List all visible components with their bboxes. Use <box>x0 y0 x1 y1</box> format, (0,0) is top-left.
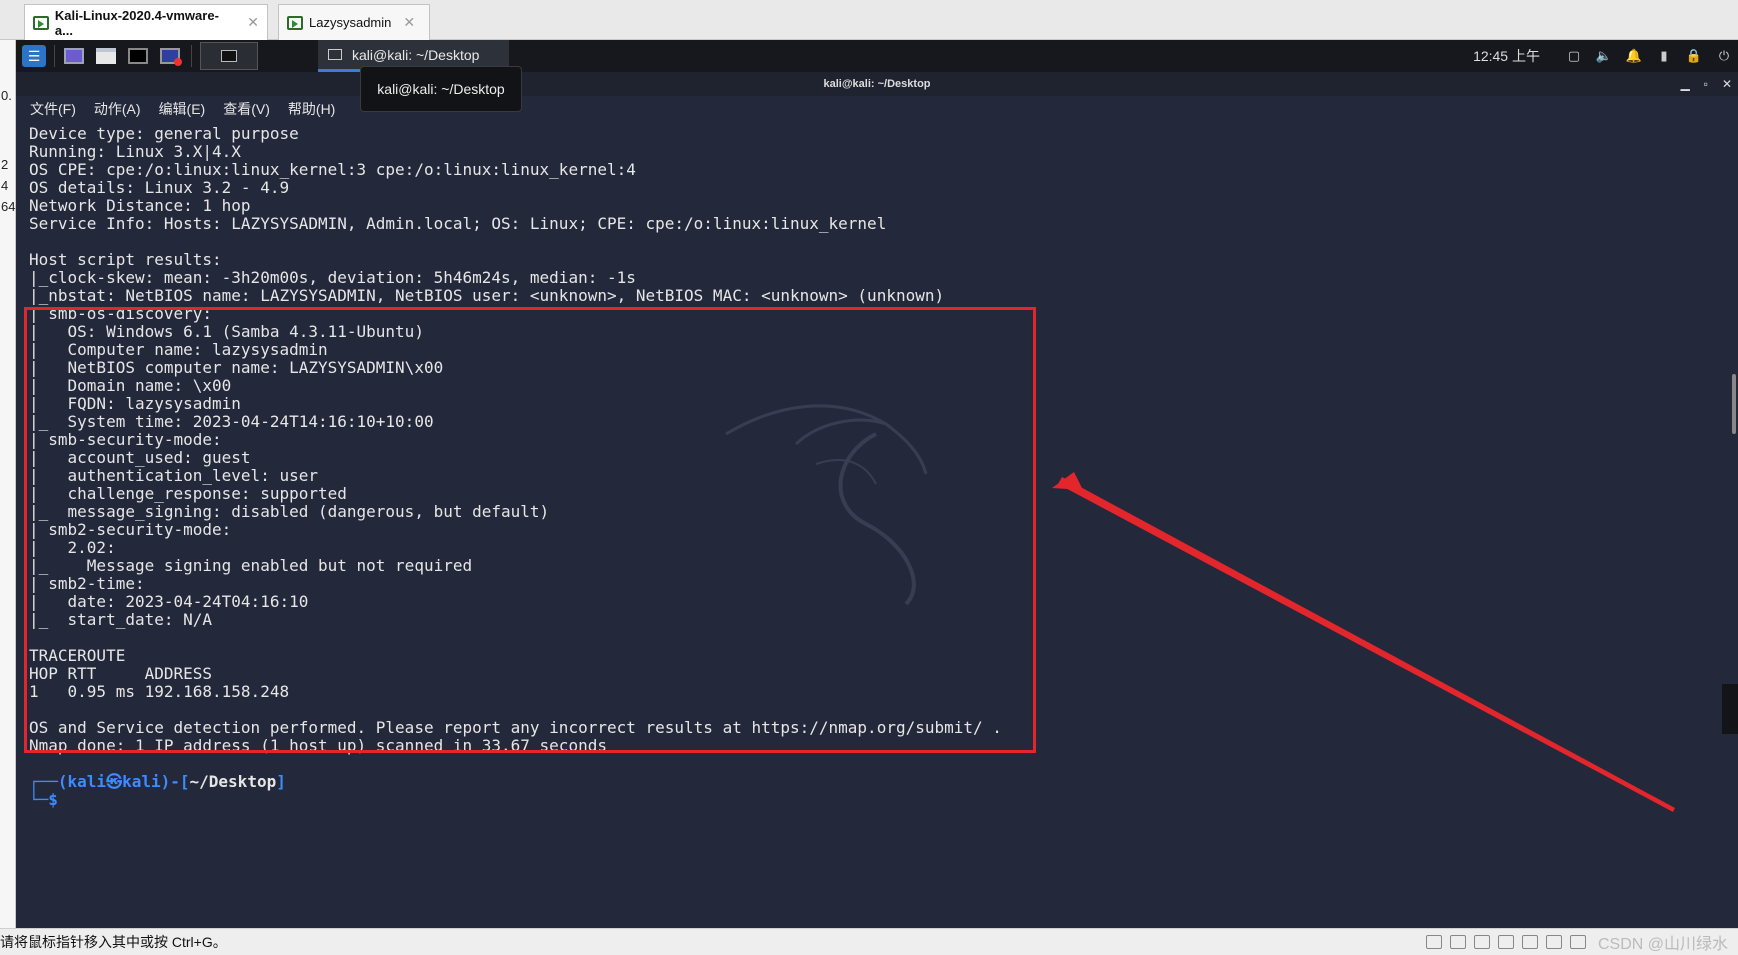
prompt-close: ] <box>276 772 286 791</box>
vm-tab-lazysysadmin-label: Lazysysadmin <box>309 15 392 30</box>
side-minimap <box>1722 684 1738 734</box>
network-icon[interactable] <box>1473 935 1490 949</box>
cd-icon[interactable] <box>1449 935 1466 949</box>
desktop-icon <box>64 48 84 64</box>
show-desktop-button[interactable] <box>61 45 87 67</box>
lock-icon[interactable]: 🔒 <box>1686 48 1702 64</box>
terminal-menubar: 文件(F) 动作(A) 编辑(E) 查看(V) 帮助(H) <box>16 96 353 122</box>
vm-tab-lazysysadmin[interactable]: Lazysysadmin ✕ <box>278 4 430 40</box>
terminal-line: OS CPE: cpe:/o:linux:linux_kernel:3 cpe:… <box>29 160 636 179</box>
vmware-left-strip: x 0. 2 4 64 <box>0 0 16 954</box>
vm-icon <box>33 15 49 30</box>
vm-tab-kali-label: Kali-Linux-2020.4-vmware-a... <box>54 7 219 38</box>
clock[interactable]: 12:45 上午 <box>1473 46 1540 66</box>
sound-icon[interactable] <box>1521 935 1538 949</box>
power-icon[interactable]: ⏻ <box>1716 48 1732 64</box>
file-manager-button[interactable] <box>93 45 119 67</box>
display-icon[interactable] <box>1569 935 1586 949</box>
terminal-line: Host script results: <box>29 250 222 269</box>
display-icon[interactable]: ▢ <box>1566 48 1582 64</box>
window-controls: ▁ ▫ ✕ <box>1666 72 1732 96</box>
menu-file[interactable]: 文件(F) <box>30 99 76 119</box>
terminal-icon <box>128 48 148 64</box>
vm-icon <box>287 15 303 30</box>
left-strip-char-4: 64 <box>1 199 16 214</box>
menu-action[interactable]: 动作(A) <box>94 99 141 119</box>
vm-tab-kali[interactable]: Kali-Linux-2020.4-vmware-a... ✕ <box>24 4 268 40</box>
prompt-open: ┌──( <box>29 772 68 791</box>
kali-top-panel: ☰ kali@kali: ~/Desktop 12:45 上午 ▢ 🔈 🔔 ▮ … <box>16 40 1738 72</box>
terminal-line: |_clock-skew: mean: -3h20m00s, deviation… <box>29 268 636 287</box>
printer-icon[interactable] <box>1545 935 1562 949</box>
terminal-line: Device type: general purpose <box>29 124 299 143</box>
panel-tray: 12:45 上午 ▢ 🔈 🔔 ▮ 🔒 ⏻ <box>1473 40 1732 72</box>
browser-launcher-button[interactable] <box>157 45 183 67</box>
highlight-box <box>24 307 1036 753</box>
prompt-line-1: ┌──(kali㉿kali)-[~/Desktop] <box>29 772 286 792</box>
workspace-icon <box>221 50 237 62</box>
terminal-line: Network Distance: 1 hop <box>29 196 251 215</box>
folder-icon <box>96 48 116 64</box>
terminal-line: |_nbstat: NetBIOS name: LAZYSYSADMIN, Ne… <box>29 286 945 305</box>
workspace-switcher[interactable] <box>200 42 258 70</box>
menu-edit[interactable]: 编辑(E) <box>159 99 206 119</box>
close-icon[interactable]: ✕ <box>403 14 415 31</box>
hdd-icon[interactable] <box>1425 935 1442 949</box>
prompt-mid: )-[ <box>160 772 190 791</box>
csdn-watermark: CSDN @山川绿水 <box>1597 936 1728 953</box>
terminal-output[interactable]: Device type: general purpose Running: Li… <box>16 124 1738 928</box>
notification-bell-icon[interactable]: 🔔 <box>1626 48 1642 64</box>
vmware-tab-strip: Kali-Linux-2020.4-vmware-a... ✕ Lazysysa… <box>0 0 1738 40</box>
status-icons: CSDN @山川绿水 <box>1418 929 1728 955</box>
volume-icon[interactable]: 🔈 <box>1596 48 1612 64</box>
prompt-dollar: $ <box>48 790 58 809</box>
window-icon <box>328 49 342 60</box>
left-strip-char-2: 2 <box>1 157 9 172</box>
terminal-launcher-button[interactable] <box>125 45 151 67</box>
maximize-icon[interactable]: ▫ <box>1704 72 1708 96</box>
status-message: 请将鼠标指针移入其中或按 Ctrl+G。 <box>0 933 227 950</box>
terminal-window: kali@kali: ~/Desktop ▁ ▫ ✕ 文件(F) 动作(A) 编… <box>16 66 1738 928</box>
left-strip-char-3: 4 <box>1 178 9 193</box>
terminal-line: Service Info: Hosts: LAZYSYSADMIN, Admin… <box>29 214 887 233</box>
panel-separator <box>54 45 55 67</box>
panel-separator <box>191 45 192 67</box>
prompt-line-2[interactable]: └─$ <box>29 790 58 810</box>
scrollbar[interactable] <box>1732 374 1736 434</box>
terminal-titlebar: kali@kali: ~/Desktop ▁ ▫ ✕ <box>16 72 1738 96</box>
terminal-line: OS details: Linux 3.2 - 4.9 <box>29 178 290 197</box>
terminal-line: Running: Linux 3.X|4.X <box>29 142 241 161</box>
taskbar-window-label: kali@kali: ~/Desktop <box>352 46 480 63</box>
browser-icon <box>160 48 182 66</box>
battery-icon[interactable]: ▮ <box>1656 48 1672 64</box>
prompt-path: ~/Desktop <box>189 772 277 791</box>
prompt-user: kali㉿kali <box>67 772 161 791</box>
usb-icon[interactable] <box>1497 935 1514 949</box>
menu-view[interactable]: 查看(V) <box>223 99 270 119</box>
vmware-status-bar: 请将鼠标指针移入其中或按 Ctrl+G。 CSDN @山川绿水 <box>0 928 1738 954</box>
minimize-icon[interactable]: ▁ <box>1680 72 1689 96</box>
left-strip-char-1: 0. <box>1 88 12 103</box>
terminal-title: kali@kali: ~/Desktop <box>823 78 931 90</box>
close-icon[interactable]: ✕ <box>247 14 259 31</box>
menu-help[interactable]: 帮助(H) <box>288 99 335 119</box>
taskbar-tooltip: kali@kali: ~/Desktop <box>360 66 522 112</box>
kali-menu-icon[interactable]: ☰ <box>22 45 46 67</box>
close-icon[interactable]: ✕ <box>1722 72 1732 96</box>
prompt-second: └─ <box>29 790 49 809</box>
